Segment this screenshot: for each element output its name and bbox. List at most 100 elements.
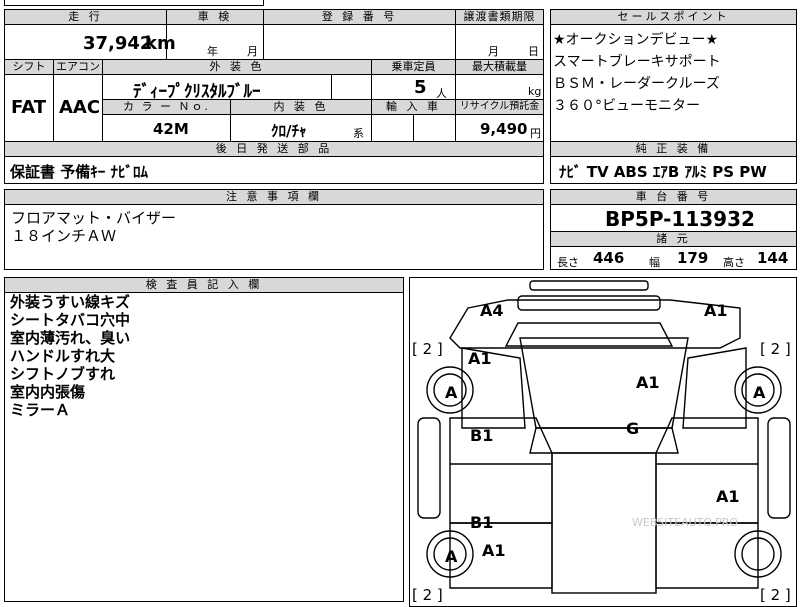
mileage-cell: 37,942 km <box>4 24 176 60</box>
length-value: 446 <box>593 249 625 267</box>
header-post-parts: 後 日 発 送 部 品 <box>4 141 544 157</box>
header-aircon: エアコン <box>53 59 103 75</box>
side-step-left <box>417 417 441 519</box>
color-no-value: 42M <box>153 120 189 138</box>
recycle-value: 9,490 <box>480 120 528 138</box>
recycle-cell: 9,490 円 <box>455 114 544 142</box>
watermark: WEBSITEAUTO.PRO <box>632 516 738 529</box>
width-value: 179 <box>677 249 709 267</box>
car-diagram: A4 A1 A1 A1 A A B1 G A1 B1 A1 A [ 2 ] [ … <box>409 277 797 607</box>
inspector-note-item: ミラーＡ <box>10 401 71 419</box>
header-recycle: リサイクル預託金 <box>455 99 544 115</box>
mark-tire-front-left: A <box>445 383 458 402</box>
grille <box>504 322 674 347</box>
import-cell-a <box>371 114 414 142</box>
shift-value: FAT <box>11 97 47 118</box>
side-step-right <box>767 417 791 519</box>
fender-right <box>682 347 747 429</box>
standard-equipment-value: ﾅﾋﾞ TV ABS ｴｱB ｱﾙﾐ PS PW <box>559 163 767 181</box>
interior-color-value: ｸﾛ/ﾁｬ <box>271 122 307 140</box>
inspector-note-item: ハンドルすれ大 <box>10 347 116 365</box>
mark-tire-front-right: A <box>753 383 766 402</box>
inspection-cell: 年 月 <box>166 24 264 60</box>
interior-color-cell: ｸﾛ/ﾁｬ 系 <box>230 114 372 142</box>
chassis-no-cell: BP5P-113932 <box>550 204 797 232</box>
notes-item: １８インチＡＷ <box>11 227 117 245</box>
mark-tire-rear-left-damage: A1 <box>482 541 506 560</box>
inspector-notes-cell: 外装うすい線キズ シートタバコ穴中 室内薄汚れ、臭い ハンドルすれ大 シフトノブ… <box>4 292 404 602</box>
post-parts-cell: 保証書 予備ｷｰ ﾅﾋﾞﾛﾑ <box>4 156 544 184</box>
top-strip: ■■■■ <box>4 0 264 6</box>
sales-point-item: ３６０°ビューモニター <box>553 98 700 114</box>
aircon-value: AAC <box>59 97 101 118</box>
header-chassis-no: 車 台 番 号 <box>550 189 797 205</box>
header-standard-equipment: 純 正 装 備 <box>550 141 797 157</box>
tire-bracket-rear-right: [ 2 ] <box>760 586 791 604</box>
registration-cell <box>263 24 456 60</box>
length-label: 長さ <box>557 256 579 269</box>
inspection-year: 年 <box>207 45 218 58</box>
car-diagram-svg: A4 A1 A1 A1 A A B1 G A1 B1 A1 A [ 2 ] [ … <box>412 280 791 604</box>
header-exterior-color: 外 装 色 <box>102 59 372 75</box>
mark-door-rear-right: A1 <box>716 487 740 506</box>
front-bumper-top <box>529 280 649 291</box>
header-interior-color: 内 装 色 <box>230 99 372 115</box>
tire-bracket-rear-left: [ 2 ] <box>412 586 443 604</box>
exterior-color-cell: ﾃﾞｨｰﾌﾟｸﾘｽﾀﾙﾌﾞﾙｰ <box>102 74 332 102</box>
transfer-cell: 月 日 <box>455 24 544 60</box>
interior-color-suffix: 系 <box>353 127 364 140</box>
mileage-value: 37,942 <box>83 33 153 54</box>
chassis-no-value: BP5P-113932 <box>605 207 755 231</box>
door-front-left <box>449 417 553 524</box>
capacity-cell: 5 人 <box>371 74 456 100</box>
recycle-unit: 円 <box>530 127 541 140</box>
header-mileage: 走 行 <box>4 9 167 25</box>
sales-point-item: ＢＳＭ・レーダークルーズ <box>553 76 720 92</box>
max-load-cell: kg <box>455 74 544 100</box>
capacity-value: 5 <box>414 77 427 98</box>
inspector-note-item: 室内薄汚れ、臭い <box>10 329 131 347</box>
top-strip-text: ■■■■ <box>185 0 223 1</box>
transfer-month: 月 <box>488 45 499 58</box>
post-parts-value: 保証書 予備ｷｰ ﾅﾋﾞﾛﾑ <box>10 163 148 181</box>
sales-point-item: ★オークションデビュー★ <box>553 32 719 48</box>
aircon-cell: AAC <box>53 74 103 142</box>
mark-fender-left: A1 <box>468 349 492 368</box>
sales-point-list: ★オークションデビュー★ スマートブレーキサポート ＢＳＭ・レーダークルーズ ３… <box>550 24 797 143</box>
max-load-unit: kg <box>528 85 542 98</box>
height-label: 高さ <box>723 256 745 269</box>
header-notes: 注 意 事 項 欄 <box>4 189 544 205</box>
inspector-note-item: 外装うすい線キズ <box>10 293 131 311</box>
mark-door-rear-left: B1 <box>470 513 493 532</box>
sales-point-item: スマートブレーキサポート <box>553 54 721 70</box>
tire-bracket-front-left: [ 2 ] <box>412 340 443 358</box>
mark-roof: G <box>626 419 639 438</box>
header-specs: 諸 元 <box>550 231 797 247</box>
inspector-note-item: 室内内張傷 <box>10 383 86 401</box>
door-front-right <box>655 417 759 524</box>
header-capacity: 乗車定員 <box>371 59 456 75</box>
header-max-load: 最大積載量 <box>455 59 544 75</box>
transfer-day: 日 <box>528 45 539 58</box>
front-bumper <box>517 295 661 311</box>
header-inspector-notes: 検 査 員 記 入 欄 <box>4 277 404 293</box>
color-no-cell: 42M <box>102 114 231 142</box>
header-import: 輸 入 車 <box>371 99 456 115</box>
windshield <box>529 427 679 454</box>
mark-door-front-left: B1 <box>470 426 493 445</box>
shift-cell: FAT <box>4 74 54 142</box>
notes-cell: フロアマット・バイザー １８インチＡＷ <box>4 204 544 270</box>
header-color-no: カ ラ ー Ｎｏ. <box>102 99 231 115</box>
notes-item: フロアマット・バイザー <box>11 209 177 227</box>
hood <box>519 337 689 429</box>
header-shift: シフト <box>4 59 54 75</box>
header-transfer-deadline: 譲渡書類期限 <box>455 9 544 25</box>
height-value: 144 <box>757 249 789 267</box>
inspector-note-item: シフトノブすれ <box>10 365 116 383</box>
mark-front-right: A1 <box>704 301 728 320</box>
mark-tire-rear-left: A <box>445 547 458 566</box>
header-sales-point: セールスポイント <box>550 9 797 25</box>
import-cell-b <box>413 114 456 142</box>
tire-bracket-front-right: [ 2 ] <box>760 340 791 358</box>
mark-front-left: A4 <box>480 301 504 320</box>
